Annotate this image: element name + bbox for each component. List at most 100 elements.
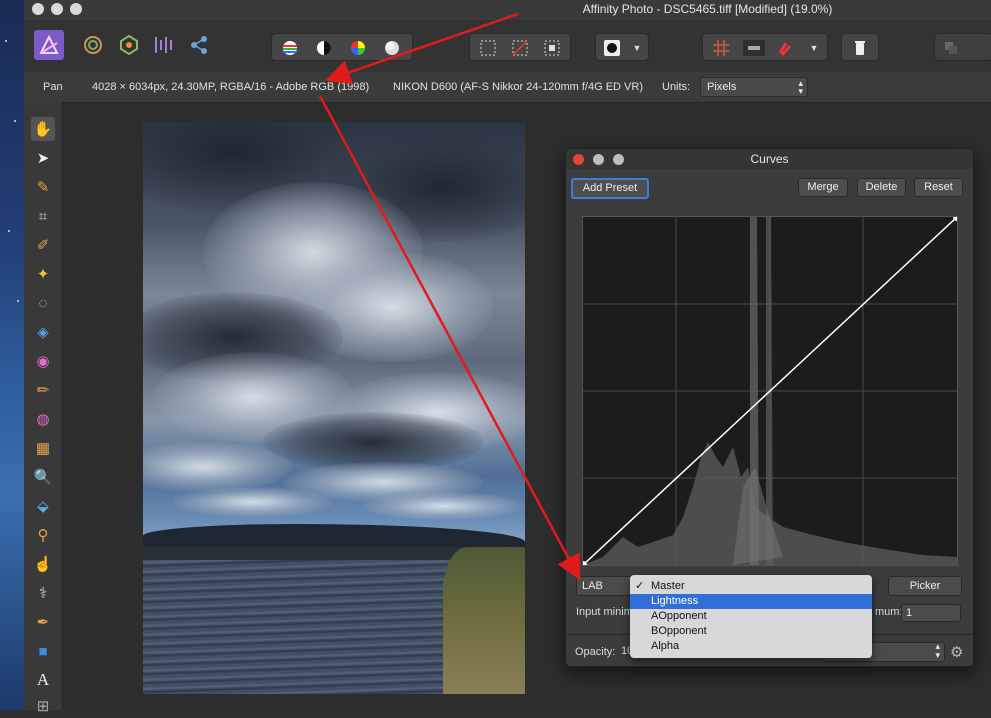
input-minimum-label: Input minim bbox=[576, 606, 633, 618]
move-tool-icon[interactable]: ➤ bbox=[31, 146, 55, 170]
flood-fill-icon[interactable]: ◈ bbox=[31, 320, 55, 344]
color-replacement-icon[interactable]: ◍ bbox=[31, 407, 55, 431]
arrange-back-icon[interactable] bbox=[943, 40, 959, 56]
align-icon[interactable] bbox=[743, 40, 765, 56]
stepper-arrows-icon: ▴ ▾ bbox=[798, 78, 803, 96]
colour-space-value: LAB bbox=[582, 580, 603, 592]
curves-titlebar: Curves bbox=[566, 149, 973, 169]
units-select[interactable]: Pixels ▴ ▾ bbox=[700, 77, 808, 97]
grid-icon[interactable] bbox=[713, 40, 729, 56]
menu-item-bopponent[interactable]: BOpponent bbox=[630, 624, 872, 639]
menu-item-label: AOpponent bbox=[651, 610, 707, 622]
tone-mapping-persona-icon[interactable] bbox=[148, 30, 178, 60]
photo-cloud bbox=[173, 487, 333, 517]
levels-icon[interactable] bbox=[282, 40, 298, 56]
hand-tool-icon[interactable]: ✋ bbox=[31, 117, 55, 141]
erase-tool-icon[interactable]: ▦ bbox=[31, 436, 55, 460]
white-balance-icon[interactable] bbox=[384, 40, 400, 56]
zoom-tool-icon[interactable]: 🔍 bbox=[31, 465, 55, 489]
dodge-tool-icon[interactable]: ⚲ bbox=[31, 523, 55, 547]
assistant-button[interactable] bbox=[841, 33, 879, 61]
star-decoration bbox=[5, 40, 7, 42]
close-window-button[interactable] bbox=[32, 3, 44, 15]
window-title: Affinity Photo - DSC5465.tiff [Modified]… bbox=[582, 2, 833, 16]
snapping-group: ▼ bbox=[702, 33, 828, 61]
liquify-persona-icon[interactable] bbox=[78, 30, 108, 60]
main-toolbar: ▼ ▼ bbox=[24, 20, 991, 73]
curves-graph-svg bbox=[579, 213, 961, 569]
crop-tool-icon[interactable]: ⌗ bbox=[31, 204, 55, 228]
hsl-icon[interactable] bbox=[350, 40, 366, 56]
stepper-arrows-icon: ▴ ▾ bbox=[935, 641, 940, 660]
black-white-icon[interactable] bbox=[316, 40, 332, 56]
input-maximum-field[interactable]: 1 bbox=[901, 604, 961, 622]
selection-group bbox=[469, 33, 571, 61]
menu-item-label: Lightness bbox=[651, 595, 699, 607]
menu-item-label: Alpha bbox=[651, 640, 680, 652]
marquee-tool-icon[interactable]: ◌ bbox=[31, 291, 55, 315]
snapping-magnet-icon[interactable] bbox=[777, 40, 793, 56]
pen-tool-icon[interactable]: ✒ bbox=[31, 610, 55, 634]
flood-select-icon[interactable]: ✦ bbox=[31, 262, 55, 286]
chevron-down-icon: ▼ bbox=[809, 43, 819, 53]
curves-graph[interactable] bbox=[579, 213, 961, 569]
colour-space-select[interactable]: LAB bbox=[576, 576, 638, 596]
inpainting-tool-icon[interactable]: ⚕ bbox=[31, 581, 55, 605]
input-maximum-label: mum: bbox=[875, 606, 903, 618]
zoom-window-button[interactable] bbox=[70, 3, 82, 15]
checkmark-icon: ✓ bbox=[635, 580, 645, 592]
units-label: Units: bbox=[662, 81, 691, 93]
gradient-tool-icon[interactable]: ◉ bbox=[31, 349, 55, 373]
arrange-group bbox=[934, 33, 991, 61]
photo-cloud bbox=[143, 442, 293, 492]
input-maximum-value: 1 bbox=[906, 607, 913, 619]
selection-brush-icon[interactable]: ✐ bbox=[31, 233, 55, 257]
units-value: Pixels bbox=[707, 81, 737, 93]
minimize-panel-button[interactable] bbox=[593, 154, 604, 165]
gear-icon[interactable]: ⚙ bbox=[950, 643, 963, 661]
invert-selection-icon[interactable] bbox=[544, 40, 560, 56]
merge-button[interactable]: Merge bbox=[798, 178, 848, 197]
camera-info: NIKON D600 (AF-S Nikkor 24-120mm f/4G ED… bbox=[393, 81, 644, 93]
picker-button[interactable]: Picker bbox=[888, 576, 962, 596]
menu-item-lightness[interactable]: Lightness bbox=[630, 594, 872, 609]
menu-item-label: BOpponent bbox=[651, 625, 707, 637]
zoom-panel-button[interactable] bbox=[613, 154, 624, 165]
quick-mask-icon bbox=[604, 40, 620, 56]
export-persona-icon[interactable] bbox=[184, 30, 214, 60]
add-preset-button[interactable]: Add Preset bbox=[571, 178, 649, 199]
delete-button[interactable]: Delete bbox=[857, 178, 906, 197]
tool-name-label: Pan bbox=[43, 81, 63, 93]
photo-persona-icon[interactable] bbox=[34, 30, 64, 60]
trash-icon bbox=[852, 40, 868, 56]
deselect-icon[interactable] bbox=[512, 40, 528, 56]
menu-item-master[interactable]: ✓ Master bbox=[630, 579, 872, 594]
menu-item-label: Master bbox=[651, 580, 685, 592]
curves-title: Curves bbox=[750, 152, 789, 166]
document-photo bbox=[143, 122, 525, 694]
minimize-window-button[interactable] bbox=[51, 3, 63, 15]
tools-panel: ✋ ➤ ✎ ⌗ ✐ ✦ ◌ ◈ ◉ ✏ ◍ ▦ 🔍 ⬙ ⚲ ☝ ⚕ ✒ ■ A … bbox=[24, 102, 63, 715]
close-panel-button[interactable] bbox=[573, 154, 584, 165]
channel-dropdown-menu: ✓ Master Lightness AOpponent BOpponent A… bbox=[630, 575, 872, 658]
photo-grass bbox=[443, 547, 525, 694]
desktop-background bbox=[0, 0, 24, 710]
paint-brush-icon[interactable]: ✏ bbox=[31, 378, 55, 402]
shape-tool-icon[interactable]: ■ bbox=[31, 639, 55, 663]
menu-item-alpha[interactable]: Alpha bbox=[630, 639, 872, 654]
reset-button[interactable]: Reset bbox=[914, 178, 963, 197]
document-info: 4028 × 6034px, 24.30MP, RGBA/16 - Adobe … bbox=[92, 81, 370, 93]
develop-persona-icon[interactable] bbox=[114, 30, 144, 60]
star-decoration bbox=[8, 230, 10, 232]
text-tool-icon[interactable]: A bbox=[31, 668, 55, 692]
star-decoration bbox=[17, 300, 19, 302]
mesh-warp-icon[interactable]: ⊞ bbox=[31, 694, 55, 718]
color-picker-tool-icon[interactable]: ✎ bbox=[31, 175, 55, 199]
clone-tool-icon[interactable]: ⬙ bbox=[31, 494, 55, 518]
menu-item-aopponent[interactable]: AOpponent bbox=[630, 609, 872, 624]
chevron-down-icon: ▼ bbox=[632, 43, 642, 53]
opacity-label: Opacity: bbox=[575, 646, 616, 658]
quick-mask-group[interactable]: ▼ bbox=[595, 33, 649, 61]
select-all-icon[interactable] bbox=[480, 40, 496, 56]
smudge-tool-icon[interactable]: ☝ bbox=[31, 552, 55, 576]
